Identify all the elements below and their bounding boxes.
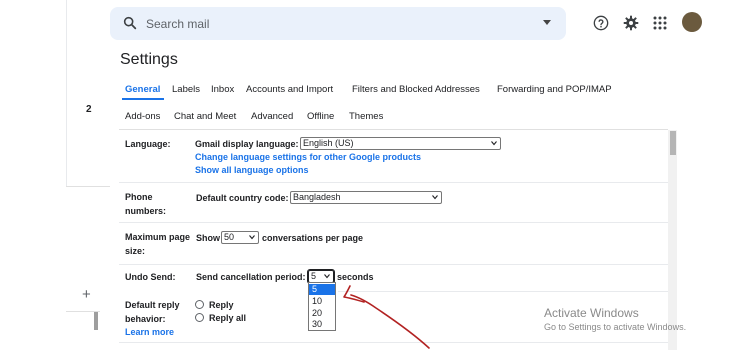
gear-icon[interactable] (623, 15, 639, 31)
reply-label-line1: Default reply (125, 300, 180, 310)
tab-filters-and-blocked-addresses[interactable]: Filters and Blocked Addresses (352, 84, 480, 95)
page-size-label-line2: size: (125, 246, 146, 256)
page-size-value: 50 (224, 232, 235, 242)
country-code-select[interactable]: Bangladesh (290, 191, 442, 204)
reply-all-radio[interactable] (195, 313, 204, 322)
sidebar-count-badge: 2 (86, 104, 92, 115)
cancellation-period-dropdown[interactable]: 5 10 20 30 (308, 282, 336, 331)
display-language-select[interactable]: English (US) (300, 137, 501, 150)
page-size-label-line1: Maximum page (125, 232, 191, 242)
reply-all-option-label: Reply all (209, 313, 247, 323)
sidebar-scrollbar[interactable] (94, 312, 98, 330)
tabs-divider (119, 129, 668, 130)
page-size-prefix: Show (196, 233, 220, 243)
search-bar[interactable] (110, 7, 566, 40)
tab-chat-and-meet[interactable]: Chat and Meet (174, 111, 236, 122)
apps-grid-icon[interactable] (653, 16, 667, 30)
language-row-label: Language: (125, 139, 171, 149)
page-size-row-label: Maximum page size: (125, 230, 190, 258)
tab-advanced[interactable]: Advanced (251, 111, 293, 122)
dropdown-option-30[interactable]: 30 (309, 319, 335, 330)
tab-add-ons[interactable]: Add-ons (125, 111, 160, 122)
chevron-down-icon (491, 141, 497, 146)
cancellation-period-label: Send cancellation period: (196, 272, 306, 282)
page-title: Settings (120, 51, 178, 68)
phone-label-line1: Phone (125, 192, 153, 202)
search-input[interactable] (146, 7, 526, 40)
learn-more-link[interactable]: Learn more (125, 326, 174, 338)
reply-radio[interactable] (195, 300, 204, 309)
row-divider (119, 182, 668, 183)
chevron-down-icon (432, 195, 438, 200)
page-size-select[interactable]: 50 (221, 231, 259, 244)
page-size-suffix: conversations per page (262, 233, 364, 243)
tab-general[interactable]: General (125, 84, 160, 95)
tab-labels[interactable]: Labels (172, 84, 200, 95)
tab-inbox[interactable]: Inbox (211, 84, 234, 95)
tab-offline[interactable]: Offline (307, 111, 334, 122)
phone-row-label: Phone numbers: (125, 190, 166, 218)
activate-windows-watermark: Activate Windows (544, 306, 639, 320)
chevron-down-icon (249, 235, 255, 240)
avatar[interactable] (682, 12, 702, 32)
chevron-down-icon (324, 274, 330, 279)
change-language-settings-link[interactable]: Change language settings for other Googl… (195, 151, 421, 163)
plus-icon[interactable]: + (82, 287, 91, 302)
undo-send-row-label: Undo Send: (125, 272, 176, 282)
activate-windows-subtitle: Go to Settings to activate Windows. (544, 322, 687, 332)
settings-scrollbar-thumb[interactable] (670, 131, 676, 155)
reply-option-label: Reply (209, 300, 234, 310)
row-divider (119, 222, 668, 223)
reply-label-line2: behavior: (125, 314, 166, 324)
tab-forwarding-and-pop-imap[interactable]: Forwarding and POP/IMAP (497, 84, 612, 95)
search-icon[interactable] (122, 15, 138, 31)
tab-accounts-and-import[interactable]: Accounts and Import (246, 84, 333, 95)
sidebar-divider (66, 186, 110, 187)
country-code-label: Default country code: (196, 193, 289, 203)
search-options-caret-icon[interactable] (543, 20, 551, 25)
show-all-language-options-link[interactable]: Show all language options (195, 164, 309, 176)
phone-label-line2: numbers: (125, 206, 167, 216)
country-code-value: Bangladesh (293, 192, 341, 202)
reply-row-label: Default reply behavior: (125, 298, 180, 326)
row-divider (119, 264, 668, 265)
settings-scrollbar[interactable] (668, 130, 677, 350)
tab-themes[interactable]: Themes (349, 111, 383, 122)
dropdown-option-20[interactable]: 20 (309, 308, 335, 319)
dropdown-option-5[interactable]: 5 (309, 284, 335, 295)
display-language-value: English (US) (303, 138, 354, 148)
annotation-arrow-icon (343, 285, 430, 349)
cancellation-period-value: 5 (311, 271, 317, 281)
sidebar-edge (66, 0, 67, 186)
dropdown-option-10[interactable]: 10 (309, 296, 335, 307)
display-language-label: Gmail display language: (195, 139, 299, 149)
help-icon[interactable] (593, 15, 609, 31)
active-tab-indicator (122, 98, 164, 100)
